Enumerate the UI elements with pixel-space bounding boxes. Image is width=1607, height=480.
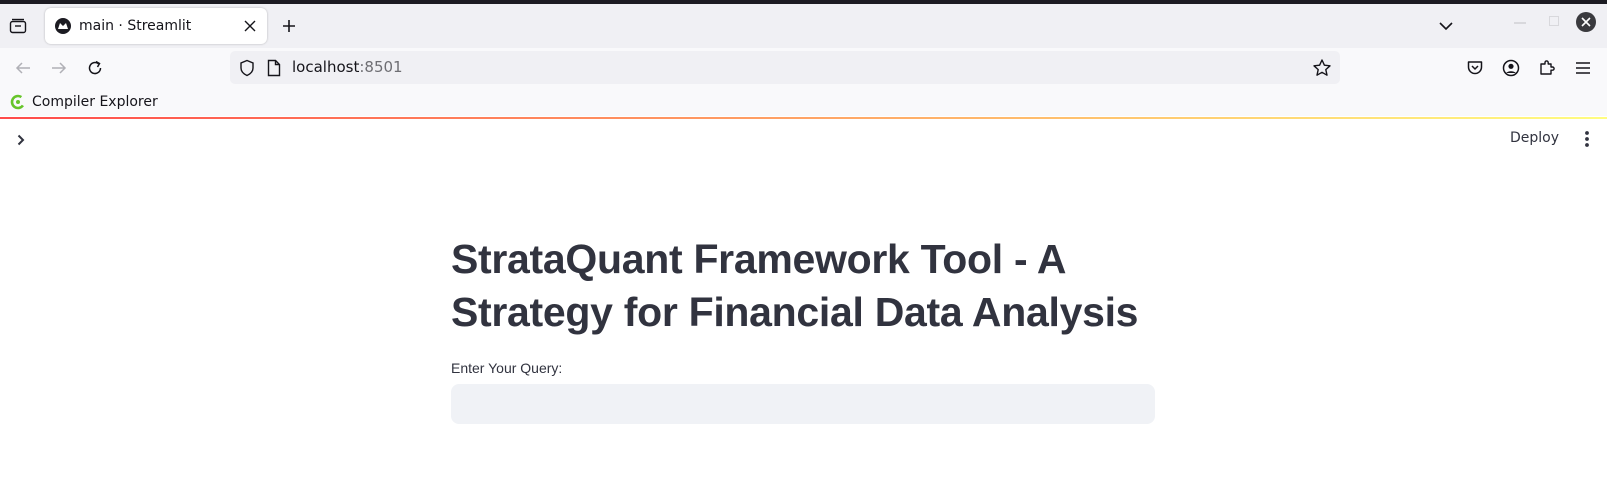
arrow-left-icon bbox=[15, 62, 30, 74]
tab-title: main · Streamlit bbox=[79, 18, 192, 34]
streamlit-favicon-icon bbox=[55, 18, 71, 34]
window-minimize-button[interactable] bbox=[1514, 22, 1526, 24]
close-icon bbox=[1581, 17, 1591, 27]
puzzle-piece-icon bbox=[1540, 60, 1555, 75]
bookmark-compiler-explorer[interactable]: Compiler Explorer bbox=[10, 92, 158, 112]
tab-close-button[interactable] bbox=[241, 17, 259, 35]
pocket-button[interactable] bbox=[1463, 56, 1487, 80]
kebab-menu-icon bbox=[1585, 131, 1589, 147]
reload-icon bbox=[88, 60, 102, 75]
hamburger-menu-icon bbox=[1576, 62, 1590, 74]
bookmarks-toolbar: Compiler Explorer bbox=[0, 88, 1607, 116]
page-icon[interactable] bbox=[266, 59, 282, 77]
tab-list-button[interactable] bbox=[6, 14, 30, 38]
compiler-explorer-icon bbox=[10, 94, 26, 110]
sidebar-expand-button[interactable] bbox=[10, 129, 32, 151]
arrow-right-icon bbox=[52, 62, 67, 74]
tab-bar: main · Streamlit bbox=[0, 4, 1607, 48]
navigation-toolbar: localhost:8501 bbox=[0, 48, 1607, 88]
tab-list-icon bbox=[9, 18, 27, 34]
account-button[interactable] bbox=[1499, 56, 1523, 80]
window-maximize-button[interactable] bbox=[1549, 16, 1559, 26]
page-title: StrataQuant Framework Tool - A Strategy … bbox=[451, 236, 1139, 335]
chevron-down-icon bbox=[1439, 22, 1453, 31]
new-tab-button[interactable] bbox=[277, 14, 301, 38]
account-icon bbox=[1502, 59, 1520, 77]
url-host: localhost bbox=[292, 58, 360, 76]
window-close-button[interactable] bbox=[1576, 12, 1596, 32]
forward-button[interactable] bbox=[47, 56, 71, 80]
url-bar[interactable]: localhost:8501 bbox=[230, 51, 1340, 84]
url-text[interactable]: localhost:8501 bbox=[292, 58, 403, 76]
shield-icon[interactable] bbox=[238, 59, 256, 77]
chevron-right-icon bbox=[17, 134, 25, 146]
bookmark-star-icon[interactable] bbox=[1312, 58, 1332, 78]
back-button[interactable] bbox=[11, 56, 35, 80]
query-input[interactable] bbox=[451, 384, 1155, 424]
tab-main-streamlit[interactable]: main · Streamlit bbox=[45, 8, 267, 44]
url-port: :8501 bbox=[359, 58, 403, 76]
plus-icon bbox=[283, 20, 295, 32]
deploy-button[interactable]: Deploy bbox=[1506, 128, 1563, 148]
bookmark-label: Compiler Explorer bbox=[32, 94, 158, 110]
main-menu-button[interactable] bbox=[1578, 128, 1596, 150]
list-all-tabs-button[interactable] bbox=[1434, 14, 1458, 38]
app-menu-button[interactable] bbox=[1571, 56, 1595, 80]
pocket-icon bbox=[1467, 61, 1483, 75]
close-icon bbox=[244, 20, 256, 32]
streamlit-app: Deploy StrataQuant Framework Tool - A St… bbox=[0, 119, 1607, 480]
query-input-label: Enter Your Query: bbox=[451, 360, 563, 376]
extensions-button[interactable] bbox=[1535, 56, 1559, 80]
reload-button[interactable] bbox=[83, 56, 107, 80]
